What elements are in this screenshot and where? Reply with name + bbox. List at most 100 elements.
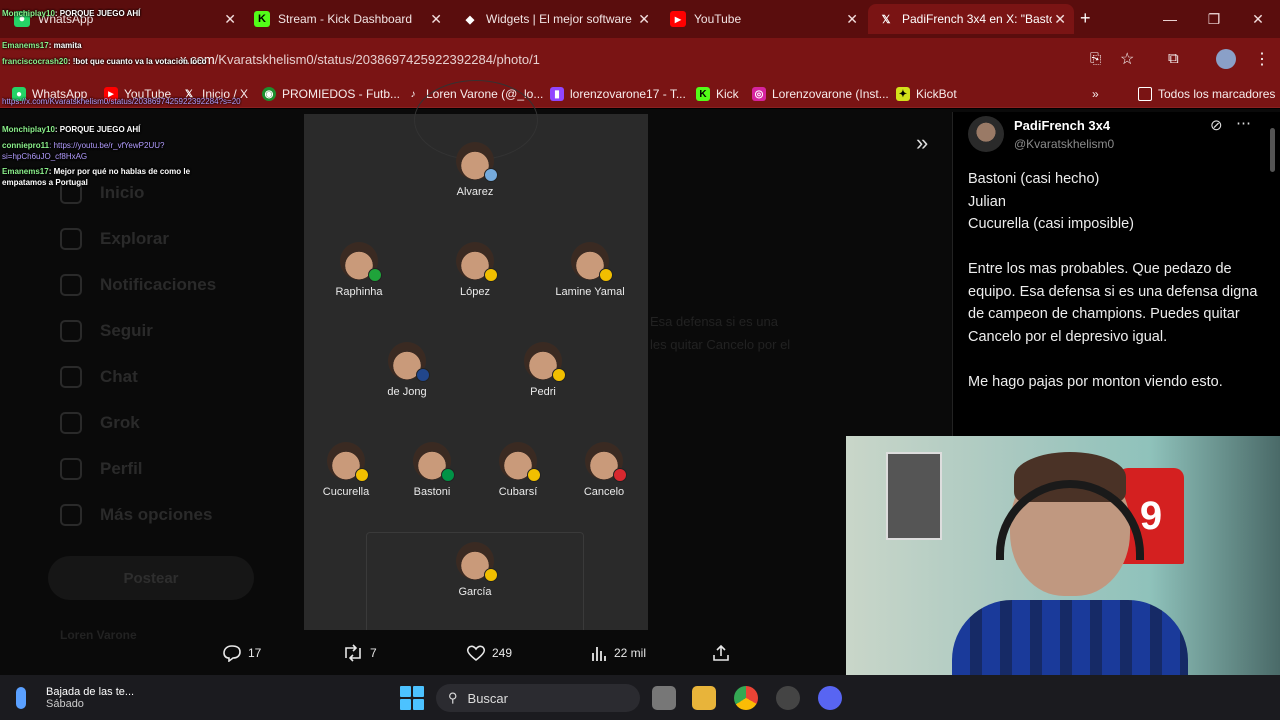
minimize-button[interactable]: — [1148, 0, 1192, 38]
player-photo [456, 242, 498, 282]
chat-text: : PORQUE JUEGO AHÍ [54, 125, 141, 134]
flag-icon [484, 268, 498, 282]
task-view-icon[interactable] [652, 686, 676, 710]
kick-icon: K [696, 87, 710, 101]
close-icon[interactable]: ✕ [1054, 11, 1066, 28]
close-icon[interactable]: ✕ [846, 11, 858, 28]
bg-text-line: les quitar Cancelo por el [650, 337, 791, 352]
player-name: García [458, 586, 492, 598]
chrome-icon[interactable] [734, 686, 758, 710]
bookmark-all[interactable]: Todos los marcadores [1138, 84, 1275, 104]
weather-widget[interactable]: Bajada de las te... Sábado [16, 682, 134, 714]
share-icon [713, 644, 729, 661]
taskbar-search[interactable]: ⚲ Buscar [436, 684, 640, 712]
extensions-icon[interactable]: ⧉ [1168, 50, 1179, 67]
tab-widgets[interactable]: ◆ Widgets | El mejor software ✕ [452, 4, 658, 34]
chat-username: Monchiplay10 [2, 9, 55, 18]
bookmark-kick[interactable]: K Kick [696, 84, 739, 104]
chat-message: Monchiplay10: PORQUE JUEGO AHÍ [2, 8, 242, 19]
nav-mas-opciones[interactable]: Más opciones [40, 492, 260, 538]
nav-label: Más opciones [100, 505, 213, 524]
install-app-icon[interactable]: ⎘ [1090, 50, 1101, 67]
bookmarks-overflow-icon[interactable]: » [1092, 84, 1099, 104]
nav-notificaciones[interactable]: Notificaciones [40, 262, 260, 308]
tab-kick-dashboard[interactable]: K Stream - Kick Dashboard ✕ [244, 4, 450, 34]
like-button[interactable]: 249 [466, 642, 512, 664]
close-icon[interactable]: ✕ [430, 11, 442, 28]
bookmark-kickbot[interactable]: ✦ KickBot [896, 84, 957, 104]
more-options-icon[interactable]: ⋯ [1236, 114, 1251, 132]
close-window-button[interactable]: ✕ [1236, 0, 1280, 38]
youtube-icon: ▶ [670, 11, 686, 27]
tab-label: YouTube [694, 12, 742, 26]
reply-button[interactable]: 17 [222, 642, 261, 664]
twitch-icon: ▮ [550, 87, 564, 101]
chat-message: https://x.com/Kvaratskhelism0/status/203… [2, 96, 242, 107]
bookmark-label: Kick [716, 87, 739, 101]
chat-message: Monchiplay10: PORQUE JUEGO AHÍ [2, 124, 242, 135]
chat-text: : PORQUE JUEGO AHÍ [54, 9, 141, 18]
author-name[interactable]: PadiFrench 3x4 [1014, 118, 1110, 133]
bg-text-line: Esa defensa si es una [650, 314, 778, 329]
tab-padifrench[interactable]: 𝕏 PadiFrench 3x4 en X: "Bastoni ✕ [868, 4, 1074, 34]
views-button[interactable]: 22 mil [590, 642, 646, 664]
share-button[interactable] [712, 642, 736, 664]
chat-username: Monchiplay10 [2, 125, 55, 134]
nav-perfil[interactable]: Perfil [40, 446, 260, 492]
tab-youtube[interactable]: ▶ YouTube ✕ [660, 4, 866, 34]
chat-username: Emanems17 [2, 167, 49, 176]
weather-title: Bajada de las te... [46, 686, 135, 698]
tweet-line: Cucurella (casi imposible) [968, 216, 1134, 232]
search-icon: ⚲ [448, 690, 458, 705]
close-icon[interactable]: ✕ [638, 11, 650, 28]
player-card: García [420, 542, 530, 598]
chat-text: https://x.com/Kvaratskhelism0/status/203… [2, 97, 241, 106]
app-icon[interactable] [776, 686, 800, 710]
bookmark-instagram[interactable]: ◎ Lorenzovarone (Inst... [752, 84, 889, 104]
player-card: López [420, 242, 530, 298]
address-bar[interactable]: x.com/Kvaratskhelism0/status/20386974259… [150, 45, 1070, 73]
maximize-button[interactable]: ❐ [1192, 0, 1236, 38]
player-name: de Jong [387, 386, 427, 398]
ball-icon: ◉ [262, 87, 276, 101]
player-card: de Jong [352, 342, 462, 398]
weather-subtitle: Sábado [46, 698, 84, 710]
more-icon [60, 504, 82, 526]
post-button[interactable]: Postear [48, 556, 254, 600]
discord-icon[interactable] [818, 686, 842, 710]
profile-avatar[interactable] [1216, 49, 1236, 69]
menu-icon[interactable]: ⋮ [1254, 49, 1270, 69]
windows-start-button[interactable] [400, 686, 424, 710]
repost-button[interactable]: 7 [342, 642, 377, 664]
chat-message: Emanems17: Mejor por qué no hablas de co… [2, 166, 212, 188]
author-avatar[interactable] [968, 116, 1004, 152]
expand-panel-icon[interactable]: » [916, 130, 928, 156]
tweet-line: Julian [968, 193, 1006, 210]
star-icon[interactable]: ☆ [1120, 49, 1134, 69]
bookmark-promiedos[interactable]: ◉ PROMIEDOS - Futb... [262, 84, 400, 104]
reply-icon [223, 645, 241, 662]
chat-message: conniepro11: https://youtu.be/r_vfYewP2U… [2, 140, 212, 162]
flag-icon [613, 468, 627, 482]
follow-icon [60, 320, 82, 342]
chat-username: Emanems17 [2, 41, 49, 50]
player-name: López [460, 286, 490, 298]
nav-seguir[interactable]: Seguir [40, 308, 260, 354]
widget-icon: ◆ [465, 13, 475, 26]
new-tab-button[interactable]: + [1080, 8, 1091, 29]
bookmark-twitch[interactable]: ▮ lorenzovarone17 - T... [550, 84, 686, 104]
author-handle[interactable]: @Kvaratskhelism0 [1014, 137, 1114, 151]
grok-icon[interactable]: ⊘ [1210, 116, 1223, 134]
mail-icon [60, 366, 82, 388]
player-name: Cancelo [583, 486, 625, 498]
person-icon [60, 458, 82, 480]
tweet-scrollbar[interactable] [1270, 128, 1275, 172]
nav-grok[interactable]: Grok [40, 400, 260, 446]
file-explorer-icon[interactable] [692, 686, 716, 710]
x-sidebar-dimmed: Inicio Explorar Notificaciones Seguir Ch… [40, 170, 260, 538]
wall-poster [886, 452, 942, 540]
nav-explorar[interactable]: Explorar [40, 216, 260, 262]
nav-chat[interactable]: Chat [40, 354, 260, 400]
player-photo [456, 542, 498, 582]
player-name: Alvarez [456, 186, 494, 198]
